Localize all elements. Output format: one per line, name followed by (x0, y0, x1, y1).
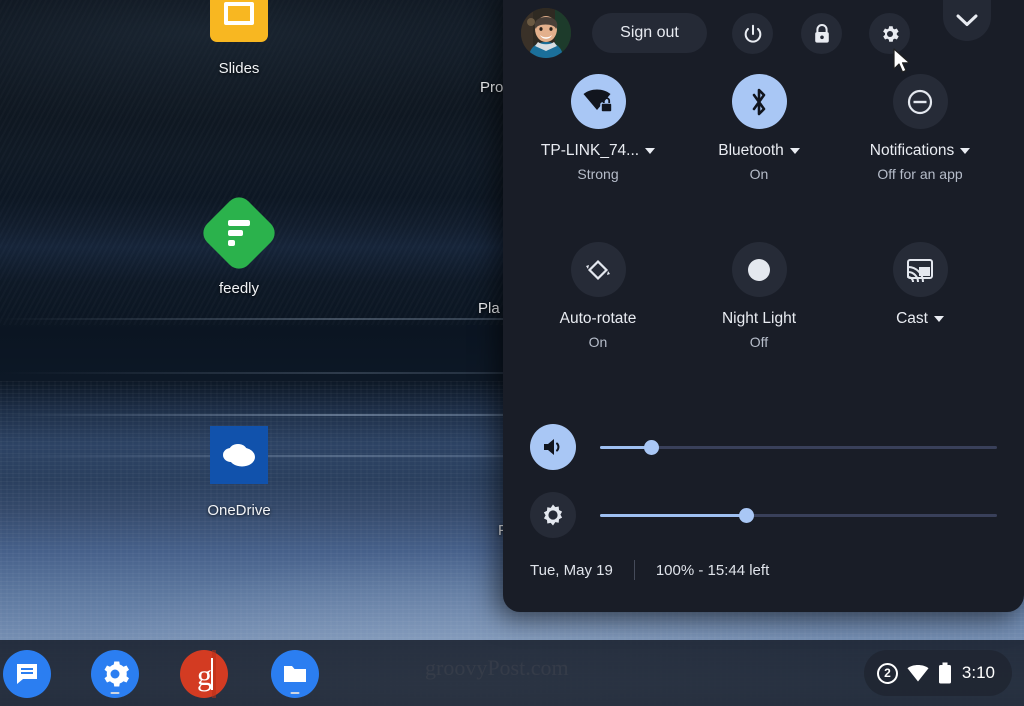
quick-settings-footer: Tue, May 19 100% - 15:44 left (530, 560, 769, 580)
chevron-down-icon[interactable] (960, 148, 971, 154)
do-not-disturb-icon (892, 74, 948, 129)
desktop-icon-slides[interactable]: Slides (164, 0, 314, 77)
google-slides-icon (208, 0, 270, 44)
brightness-icon[interactable] (530, 492, 576, 538)
brightness-slider-fill (600, 513, 747, 517)
tile-sublabel: On (588, 334, 608, 350)
tile-label: Night Light (721, 310, 797, 327)
shelf-app-groovypost[interactable]: g (180, 650, 228, 698)
brightness-slider-track[interactable] (600, 507, 997, 523)
power-icon (744, 24, 761, 43)
tile-night-light[interactable]: Night Light Off (679, 242, 839, 350)
tile-label: Notifications (840, 142, 1000, 160)
messages-icon (17, 664, 37, 684)
collapse-panel-button[interactable] (943, 0, 991, 41)
chevron-down-icon (956, 14, 978, 26)
groovypost-g-icon: g (197, 650, 216, 698)
volume-slider-row[interactable] (530, 424, 997, 470)
wifi-locked-icon (570, 74, 626, 129)
quick-settings-top-bar: Sign out (503, 0, 1024, 64)
tile-auto-rotate[interactable]: Auto-rotate On (518, 242, 678, 350)
tile-label: Auto-rotate (559, 310, 637, 327)
desktop-icon-onedrive[interactable]: OneDrive (164, 424, 314, 519)
date-label: Tue, May 19 (530, 561, 613, 579)
brightness-slider-row[interactable] (530, 492, 997, 538)
volume-slider-thumb[interactable] (644, 439, 660, 455)
shelf-app-settings[interactable] (91, 650, 139, 698)
avatar[interactable] (521, 8, 571, 58)
wifi-icon (907, 664, 929, 681)
tile-bluetooth[interactable]: Bluetooth On (679, 74, 839, 182)
sign-out-button[interactable]: Sign out (592, 13, 707, 53)
tile-sublabel: Strong (577, 166, 619, 182)
clipped-label-pro: Pro (480, 79, 504, 96)
chevron-down-icon[interactable] (789, 148, 800, 154)
tile-sublabel: Off for an app (877, 166, 963, 182)
volume-icon[interactable] (530, 424, 576, 470)
auto-rotate-icon (570, 242, 626, 297)
chevron-down-icon[interactable] (645, 148, 656, 154)
shelf-app-messages[interactable] (3, 650, 51, 698)
shelf: g 2 3:10 (0, 640, 1024, 706)
power-button[interactable] (732, 13, 773, 54)
shelf-running-indicator (110, 692, 120, 694)
svg-text:g: g (197, 659, 212, 692)
tile-network[interactable]: TP-LINK_74... Strong (518, 74, 678, 182)
desktop-icon-label: Slides (218, 60, 260, 77)
desktop-icon-feedly[interactable]: feedly (164, 191, 314, 297)
quick-settings-panel: Sign out TP-LINK_74... Strong Bluetooth … (503, 0, 1024, 612)
tile-cast[interactable]: Cast (840, 242, 1000, 328)
lock-icon (814, 23, 829, 43)
battery-label[interactable]: 100% - 15:44 left (656, 562, 769, 579)
shelf-app-files[interactable] (271, 650, 319, 698)
notification-count-badge: 2 (876, 662, 898, 684)
tile-label: Cast (840, 310, 1000, 328)
tile-sublabel: On (749, 166, 769, 182)
files-folder-icon (284, 666, 306, 682)
chromeos-desktop: Slides feedly OneDrive Pro Pla g 2 3:10 … (0, 0, 1024, 706)
footer-divider (633, 560, 635, 580)
brightness-slider-thumb[interactable] (739, 507, 755, 523)
lock-button[interactable] (801, 13, 842, 54)
desktop-icon-label: feedly (218, 280, 260, 297)
cast-icon (892, 242, 948, 297)
onedrive-icon (208, 424, 270, 486)
desktop-icon-label: OneDrive (207, 502, 271, 519)
tile-sublabel: Off (749, 334, 769, 350)
tile-notifications[interactable]: Notifications Off for an app (840, 74, 1000, 182)
battery-icon (938, 662, 951, 684)
mouse-cursor (893, 48, 911, 73)
status-tray[interactable]: 2 3:10 (863, 650, 1012, 696)
volume-slider-track[interactable] (600, 439, 997, 455)
tile-label: Bluetooth (679, 142, 839, 160)
shelf-running-indicator (290, 692, 300, 694)
bluetooth-icon (731, 74, 787, 129)
night-light-icon (731, 242, 787, 297)
chevron-down-icon[interactable] (933, 316, 944, 322)
gear-icon (882, 25, 899, 42)
tile-label: TP-LINK_74... (518, 142, 678, 160)
feedly-icon (197, 191, 281, 275)
shelf-clock: 3:10 (961, 663, 995, 682)
clipped-label-pla: Pla (478, 300, 500, 317)
settings-gear-icon (104, 661, 129, 687)
